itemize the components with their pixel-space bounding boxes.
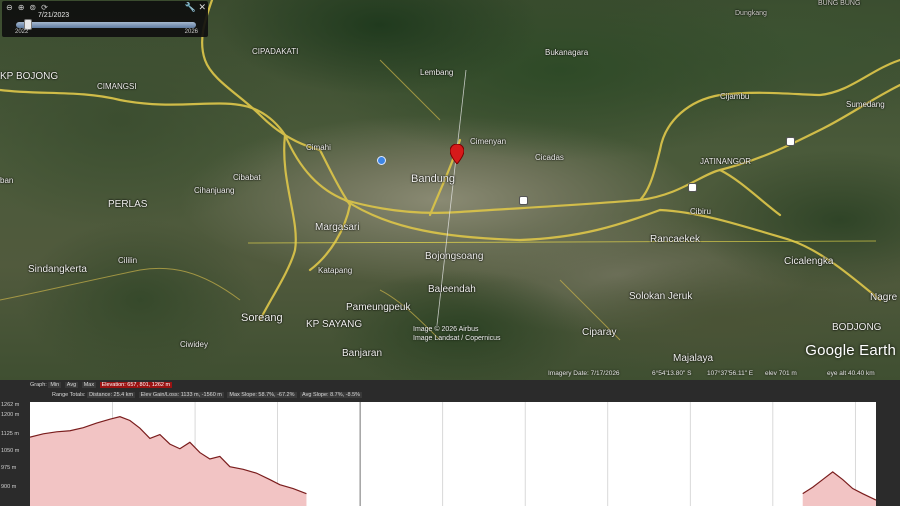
y-tick-label: 1050 m: [1, 448, 20, 454]
map-label: Lembang: [420, 68, 454, 77]
profile-graph-row: Graph: Min Avg Max Elevation: 657, 801, …: [30, 382, 173, 388]
distance-value[interactable]: Distance: 25.4 km: [87, 392, 136, 398]
map-label: Ciparay: [582, 327, 617, 338]
eye-altitude-readout: eye alt 40.40 km: [827, 370, 875, 377]
map-label: KP BOJONG: [0, 71, 59, 82]
imagery-date: Imagery Date: 7/17/2026: [548, 370, 620, 377]
map-label: Margasari: [315, 222, 360, 233]
map-label: Sumedang: [846, 100, 885, 109]
graph-max-button[interactable]: Max: [81, 382, 97, 388]
slider-date: 7/21/2023: [38, 12, 70, 19]
map-label: Bukanagara: [545, 48, 589, 57]
map-label: Rancaekek: [650, 234, 701, 245]
status-bar: Imagery Date: 7/17/2026 6°54'13.80" S 10…: [0, 369, 900, 380]
zoom-reset-icon[interactable]: ⊚: [29, 3, 36, 12]
placemark-pin-icon[interactable]: [449, 143, 465, 169]
map-label: Bojongsoang: [425, 251, 484, 262]
map-label: Cicadas: [535, 153, 564, 162]
graph-avg-button[interactable]: Avg: [64, 382, 79, 388]
elev-gain-loss-value[interactable]: Elev Gain/Loss: 1133 m, -1560 m: [138, 392, 224, 398]
wrench-icon[interactable]: 🔧: [185, 2, 196, 13]
profile-range-row: Range Totals: Distance: 25.4 km Elev Gai…: [52, 392, 364, 398]
map-label: Cibiru: [690, 207, 711, 216]
zoom-out-icon[interactable]: ⊖: [6, 3, 13, 12]
place-dot-icon[interactable]: [377, 156, 386, 165]
graph-min-button[interactable]: Min: [48, 382, 62, 388]
y-tick-label: 975 m: [1, 465, 17, 471]
graph-label: Graph:: [30, 382, 47, 388]
longitude-readout: 107°37'56.11" E: [707, 370, 754, 377]
map-label: JATINANGOR: [700, 157, 751, 166]
elevation-chart-svg[interactable]: [30, 402, 876, 506]
elevation-readout: elev 701 m: [765, 370, 797, 377]
road-shield-icon: [786, 137, 795, 146]
map-label: Ciwidey: [180, 340, 209, 349]
map-label: Pameungpeuk: [346, 302, 411, 313]
map-label: Majalaya: [673, 353, 714, 364]
close-icon[interactable]: ✕: [198, 2, 206, 13]
road-shield-icon: [688, 183, 697, 192]
elevation-chart[interactable]: [30, 402, 876, 506]
map-view[interactable]: KP BOJONG CIMANGSI CIPADAKATI Bukanagara…: [0, 0, 900, 380]
map-label: Baleendah: [428, 284, 476, 295]
elevation-summary[interactable]: Elevation: 657, 801, 1262 m: [99, 382, 173, 388]
map-label: Cililin: [118, 256, 138, 265]
imagery-copyright: Image © 2026 Airbus Image Landsat / Cope…: [413, 326, 501, 342]
slider-start-year: 2022: [15, 29, 29, 35]
elevation-profile-panel: Graph: Min Avg Max Elevation: 657, 801, …: [0, 380, 900, 506]
map-label: Cihanjuang: [194, 186, 235, 195]
historical-imagery-slider[interactable]: ⊖ ⊕ ⊚ ⟳ 🔧 ✕ 7/21/2023 2022 2026: [2, 1, 208, 37]
google-earth-logo: Google Earth: [805, 342, 896, 359]
map-label: Nagre: [870, 292, 898, 303]
road-network: [0, 0, 900, 341]
road-shield-icon: [519, 196, 528, 205]
map-label: Cicalengka: [784, 256, 834, 267]
max-slope-value[interactable]: Max Slope: 58.7%, -67.2%: [227, 392, 297, 398]
y-tick-label: 1125 m: [1, 431, 19, 437]
map-label: Cibabat: [233, 173, 261, 182]
y-tick-label: 900 m: [1, 484, 17, 490]
map-label: BUNG BUNG: [818, 0, 861, 7]
map-label: ban: [0, 176, 14, 185]
latitude-readout: 6°54'13.80" S: [652, 370, 692, 377]
map-label-soreang: Soreang: [241, 312, 283, 324]
map-label: Banjaran: [342, 348, 383, 359]
map-label-bandung: Bandung: [411, 173, 456, 185]
y-tick-label: 1262 m: [1, 402, 20, 408]
zoom-in-icon[interactable]: ⊕: [18, 3, 25, 12]
map-label: Cimenyan: [470, 137, 507, 146]
y-tick-label: 1200 m: [1, 412, 20, 418]
map-label: Katapang: [318, 266, 353, 275]
play-icon[interactable]: ⟳: [41, 3, 48, 12]
range-totals-label: Range Totals:: [52, 392, 86, 398]
map-label: Cimahi: [306, 143, 331, 152]
map-label: Dungkang: [735, 10, 767, 17]
map-label: CIMANGSI: [97, 82, 137, 91]
avg-slope-value[interactable]: Avg Slope: 8.7%, -8.5%: [300, 392, 363, 398]
map-label: KP SAYANG: [306, 319, 363, 330]
map-label: CIPADAKATI: [252, 47, 299, 56]
map-label: Solokan Jeruk: [629, 291, 693, 302]
slider-end-year: 2026: [184, 29, 198, 35]
map-label: Sindangkerta: [28, 264, 87, 275]
time-slider-track[interactable]: [16, 22, 196, 28]
map-label: PERLAS: [108, 199, 148, 210]
map-label: Cijambu: [720, 92, 750, 101]
map-label: BODJONG: [832, 322, 882, 333]
